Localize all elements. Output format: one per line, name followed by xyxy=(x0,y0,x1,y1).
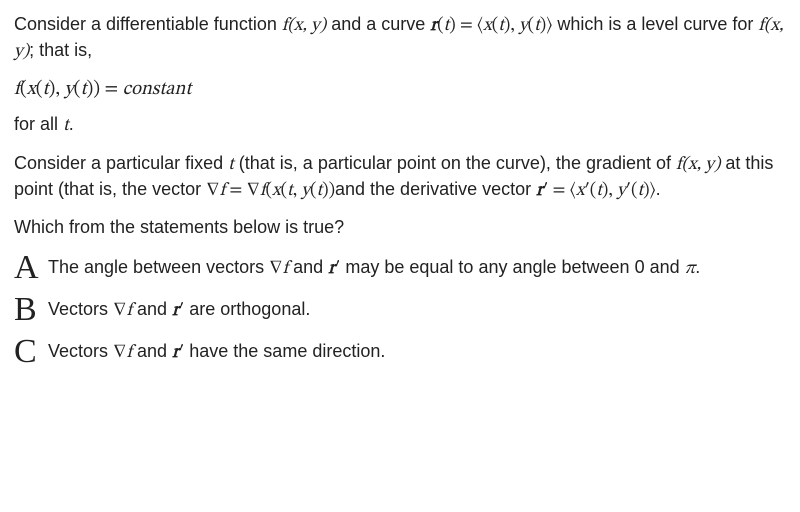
option-a[interactable]: A The angle between vectors ∇f and r′ ma… xyxy=(14,251,786,285)
text: which is a level curve for xyxy=(552,14,758,34)
text: . xyxy=(695,257,700,277)
text: Vectors xyxy=(48,299,113,319)
text: The angle between vectors xyxy=(48,257,269,277)
option-text: Vectors ∇f and r′ have the same directio… xyxy=(48,339,786,365)
option-letter: A xyxy=(14,251,48,285)
text: have the same direction. xyxy=(184,341,385,361)
text: . xyxy=(69,114,74,134)
option-b[interactable]: B Vectors ∇f and r′ are orthogonal. xyxy=(14,293,786,327)
intro-paragraph-2: for all t. xyxy=(14,112,786,138)
text: may be equal to any angle between 0 and xyxy=(340,257,684,277)
text: and xyxy=(132,341,172,361)
question-prompt: Which from the statements below is true? xyxy=(14,215,786,239)
options-list: A The angle between vectors ∇f and r′ ma… xyxy=(14,251,786,369)
display-equation: f(x(t), y(t)) = constant xyxy=(14,77,786,103)
text: and xyxy=(132,299,172,319)
inline-math: r(t) = ⟨x(t), y(t)⟩ xyxy=(430,17,552,35)
text: Consider a differentiable function xyxy=(14,14,282,34)
inline-math: r′ xyxy=(172,302,184,320)
text: Vectors xyxy=(48,341,113,361)
option-text: The angle between vectors ∇f and r′ may … xyxy=(48,255,786,281)
inline-math: r′ xyxy=(328,260,340,278)
option-text: Vectors ∇f and r′ are orthogonal. xyxy=(48,297,786,323)
text: are orthogonal. xyxy=(184,299,310,319)
inline-math: f(x, y) xyxy=(282,17,326,35)
text: and the derivative vector xyxy=(335,179,536,199)
inline-math: r′ xyxy=(172,344,184,362)
text: for all xyxy=(14,114,63,134)
inline-math: r′ = ⟨x′(t), y′(t)⟩ xyxy=(536,182,656,200)
option-letter: B xyxy=(14,293,48,327)
intro-paragraph-1: Consider a differentiable function f(x, … xyxy=(14,12,786,65)
text: (that is, a particular point on the curv… xyxy=(234,153,676,173)
inline-math: ∇f xyxy=(113,344,132,362)
pi-symbol: π xyxy=(685,260,696,278)
text: . xyxy=(656,179,661,199)
option-c[interactable]: C Vectors ∇f and r′ have the same direct… xyxy=(14,335,786,369)
inline-math: ∇f = ∇f(x(t, y(t)) xyxy=(206,182,335,200)
inline-math: ∇f xyxy=(269,260,288,278)
text: and a curve xyxy=(326,14,430,34)
option-letter: C xyxy=(14,335,48,369)
intro-paragraph-3: Consider a particular fixed t (that is, … xyxy=(14,151,786,204)
text: Consider a particular fixed xyxy=(14,153,228,173)
inline-math: f(x, y) xyxy=(676,156,720,174)
text: ; that is, xyxy=(29,40,92,60)
inline-math: ∇f xyxy=(113,302,132,320)
text: and xyxy=(288,257,328,277)
